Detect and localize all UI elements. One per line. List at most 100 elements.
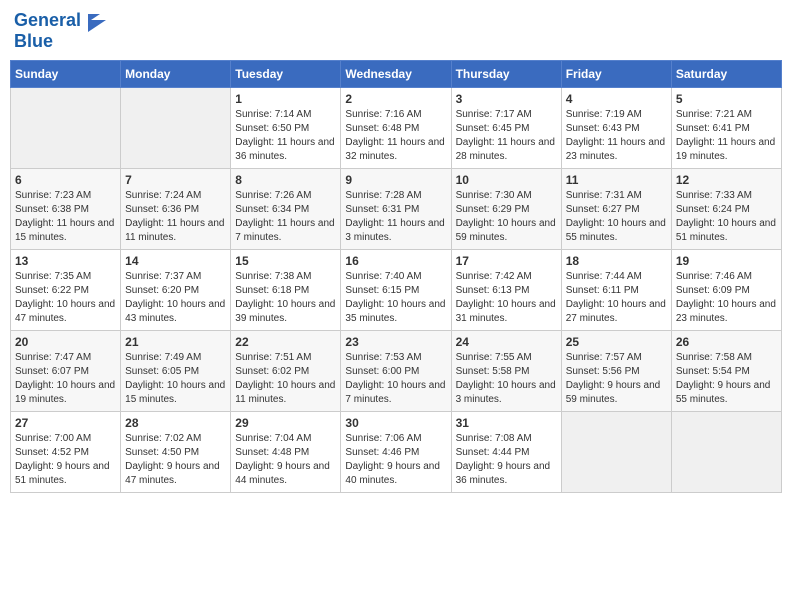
day-info: Sunrise: 7:23 AM Sunset: 6:38 PM Dayligh… — [15, 189, 116, 245]
calendar-cell: 11 Sunrise: 7:31 AM Sunset: 6:27 PM Dayli… — [561, 168, 671, 249]
day-info: Sunrise: 7:17 AM Sunset: 6:45 PM Dayligh… — [456, 108, 557, 164]
day-info: Sunrise: 7:14 AM Sunset: 6:50 PM Dayligh… — [235, 108, 336, 164]
col-header-thursday: Thursday — [451, 60, 561, 87]
week-row-1: 1 Sunrise: 7:14 AM Sunset: 6:50 PM Daylig… — [11, 87, 782, 168]
day-info: Sunrise: 7:53 AM Sunset: 6:00 PM Dayligh… — [345, 351, 446, 407]
day-number: 15 — [235, 254, 336, 268]
day-info: Sunrise: 7:58 AM Sunset: 5:54 PM Dayligh… — [676, 351, 777, 407]
calendar-cell — [561, 411, 671, 492]
calendar-cell: 31Sunrise: 7:08 AM Sunset: 4:44 PM Dayli… — [451, 411, 561, 492]
calendar-cell: 6 Sunrise: 7:23 AM Sunset: 6:38 PM Daylig… — [11, 168, 121, 249]
day-number: 4 — [566, 92, 667, 106]
calendar-cell: 21Sunrise: 7:49 AM Sunset: 6:05 PM Dayli… — [121, 330, 231, 411]
day-number: 6 — [15, 173, 116, 187]
calendar-cell: 17 Sunrise: 7:42 AM Sunset: 6:13 PM Dayli… — [451, 249, 561, 330]
day-info: Sunrise: 7:42 AM Sunset: 6:13 PM Dayligh… — [456, 270, 557, 326]
col-header-friday: Friday — [561, 60, 671, 87]
day-info: Sunrise: 7:26 AM Sunset: 6:34 PM Dayligh… — [235, 189, 336, 245]
day-number: 1 — [235, 92, 336, 106]
day-info: Sunrise: 7:51 AM Sunset: 6:02 PM Dayligh… — [235, 351, 336, 407]
col-header-monday: Monday — [121, 60, 231, 87]
week-row-3: 13 Sunrise: 7:35 AM Sunset: 6:22 PM Dayli… — [11, 249, 782, 330]
calendar-cell: 18 Sunrise: 7:44 AM Sunset: 6:11 PM Dayli… — [561, 249, 671, 330]
logo-text-blue: Blue — [14, 32, 106, 52]
logo-text: General — [14, 10, 106, 32]
calendar-cell: 10 Sunrise: 7:30 AM Sunset: 6:29 PM Dayli… — [451, 168, 561, 249]
day-info: Sunrise: 7:55 AM Sunset: 5:58 PM Dayligh… — [456, 351, 557, 407]
calendar-cell: 7 Sunrise: 7:24 AM Sunset: 6:36 PM Daylig… — [121, 168, 231, 249]
col-header-sunday: Sunday — [11, 60, 121, 87]
day-info: Sunrise: 7:38 AM Sunset: 6:18 PM Dayligh… — [235, 270, 336, 326]
col-header-saturday: Saturday — [671, 60, 781, 87]
day-info: Sunrise: 7:57 AM Sunset: 5:56 PM Dayligh… — [566, 351, 667, 407]
day-number: 19 — [676, 254, 777, 268]
calendar-cell: 12 Sunrise: 7:33 AM Sunset: 6:24 PM Dayli… — [671, 168, 781, 249]
calendar-cell: 26 Sunrise: 7:58 AM Sunset: 5:54 PM Dayli… — [671, 330, 781, 411]
day-number: 28 — [125, 416, 226, 430]
day-info: Sunrise: 7:00 AM Sunset: 4:52 PM Dayligh… — [15, 432, 116, 488]
calendar-table: SundayMondayTuesdayWednesdayThursdayFrid… — [10, 60, 782, 493]
day-number: 13 — [15, 254, 116, 268]
calendar-header-row: SundayMondayTuesdayWednesdayThursdayFrid… — [11, 60, 782, 87]
calendar-cell: 24Sunrise: 7:55 AM Sunset: 5:58 PM Dayli… — [451, 330, 561, 411]
day-number: 10 — [456, 173, 557, 187]
day-number: 30 — [345, 416, 446, 430]
day-number: 14 — [125, 254, 226, 268]
day-info: Sunrise: 7:46 AM Sunset: 6:09 PM Dayligh… — [676, 270, 777, 326]
day-number: 5 — [676, 92, 777, 106]
day-number: 27 — [15, 416, 116, 430]
calendar-cell — [671, 411, 781, 492]
day-info: Sunrise: 7:19 AM Sunset: 6:43 PM Dayligh… — [566, 108, 667, 164]
calendar-cell: 4 Sunrise: 7:19 AM Sunset: 6:43 PM Daylig… — [561, 87, 671, 168]
day-info: Sunrise: 7:31 AM Sunset: 6:27 PM Dayligh… — [566, 189, 667, 245]
calendar-cell: 1 Sunrise: 7:14 AM Sunset: 6:50 PM Daylig… — [231, 87, 341, 168]
day-info: Sunrise: 7:44 AM Sunset: 6:11 PM Dayligh… — [566, 270, 667, 326]
day-number: 29 — [235, 416, 336, 430]
day-number: 7 — [125, 173, 226, 187]
week-row-2: 6 Sunrise: 7:23 AM Sunset: 6:38 PM Daylig… — [11, 168, 782, 249]
calendar-cell — [121, 87, 231, 168]
day-number: 18 — [566, 254, 667, 268]
calendar-cell: 30 Sunrise: 7:06 AM Sunset: 4:46 PM Dayli… — [341, 411, 451, 492]
calendar-cell: 2 Sunrise: 7:16 AM Sunset: 6:48 PM Daylig… — [341, 87, 451, 168]
day-info: Sunrise: 7:37 AM Sunset: 6:20 PM Dayligh… — [125, 270, 226, 326]
day-info: Sunrise: 7:04 AM Sunset: 4:48 PM Dayligh… — [235, 432, 336, 488]
col-header-wednesday: Wednesday — [341, 60, 451, 87]
day-info: Sunrise: 7:30 AM Sunset: 6:29 PM Dayligh… — [456, 189, 557, 245]
day-number: 22 — [235, 335, 336, 349]
day-info: Sunrise: 7:49 AM Sunset: 6:05 PM Dayligh… — [125, 351, 226, 407]
day-number: 2 — [345, 92, 446, 106]
day-info: Sunrise: 7:28 AM Sunset: 6:31 PM Dayligh… — [345, 189, 446, 245]
calendar-cell: 14 Sunrise: 7:37 AM Sunset: 6:20 PM Dayli… — [121, 249, 231, 330]
calendar-cell: 15 Sunrise: 7:38 AM Sunset: 6:18 PM Dayli… — [231, 249, 341, 330]
day-number: 11 — [566, 173, 667, 187]
day-number: 23 — [345, 335, 446, 349]
calendar-cell: 29 Sunrise: 7:04 AM Sunset: 4:48 PM Dayli… — [231, 411, 341, 492]
day-number: 16 — [345, 254, 446, 268]
day-info: Sunrise: 7:40 AM Sunset: 6:15 PM Dayligh… — [345, 270, 446, 326]
calendar-cell: 22 Sunrise: 7:51 AM Sunset: 6:02 PM Dayli… — [231, 330, 341, 411]
day-number: 26 — [676, 335, 777, 349]
day-number: 25 — [566, 335, 667, 349]
calendar-cell: 3 Sunrise: 7:17 AM Sunset: 6:45 PM Daylig… — [451, 87, 561, 168]
day-info: Sunrise: 7:33 AM Sunset: 6:24 PM Dayligh… — [676, 189, 777, 245]
week-row-4: 20Sunrise: 7:47 AM Sunset: 6:07 PM Dayli… — [11, 330, 782, 411]
calendar-cell: 8Sunrise: 7:26 AM Sunset: 6:34 PM Daylig… — [231, 168, 341, 249]
day-info: Sunrise: 7:35 AM Sunset: 6:22 PM Dayligh… — [15, 270, 116, 326]
day-number: 3 — [456, 92, 557, 106]
calendar-cell: 20Sunrise: 7:47 AM Sunset: 6:07 PM Dayli… — [11, 330, 121, 411]
day-info: Sunrise: 7:06 AM Sunset: 4:46 PM Dayligh… — [345, 432, 446, 488]
day-info: Sunrise: 7:16 AM Sunset: 6:48 PM Dayligh… — [345, 108, 446, 164]
calendar-cell — [11, 87, 121, 168]
day-info: Sunrise: 7:21 AM Sunset: 6:41 PM Dayligh… — [676, 108, 777, 164]
day-number: 12 — [676, 173, 777, 187]
page-header: General Blue — [10, 10, 782, 52]
calendar-cell: 16 Sunrise: 7:40 AM Sunset: 6:15 PM Dayli… — [341, 249, 451, 330]
day-info: Sunrise: 7:08 AM Sunset: 4:44 PM Dayligh… — [456, 432, 557, 488]
day-info: Sunrise: 7:24 AM Sunset: 6:36 PM Dayligh… — [125, 189, 226, 245]
day-number: 9 — [345, 173, 446, 187]
day-info: Sunrise: 7:47 AM Sunset: 6:07 PM Dayligh… — [15, 351, 116, 407]
logo: General Blue — [14, 10, 106, 52]
calendar-cell: 19 Sunrise: 7:46 AM Sunset: 6:09 PM Dayli… — [671, 249, 781, 330]
day-number: 17 — [456, 254, 557, 268]
